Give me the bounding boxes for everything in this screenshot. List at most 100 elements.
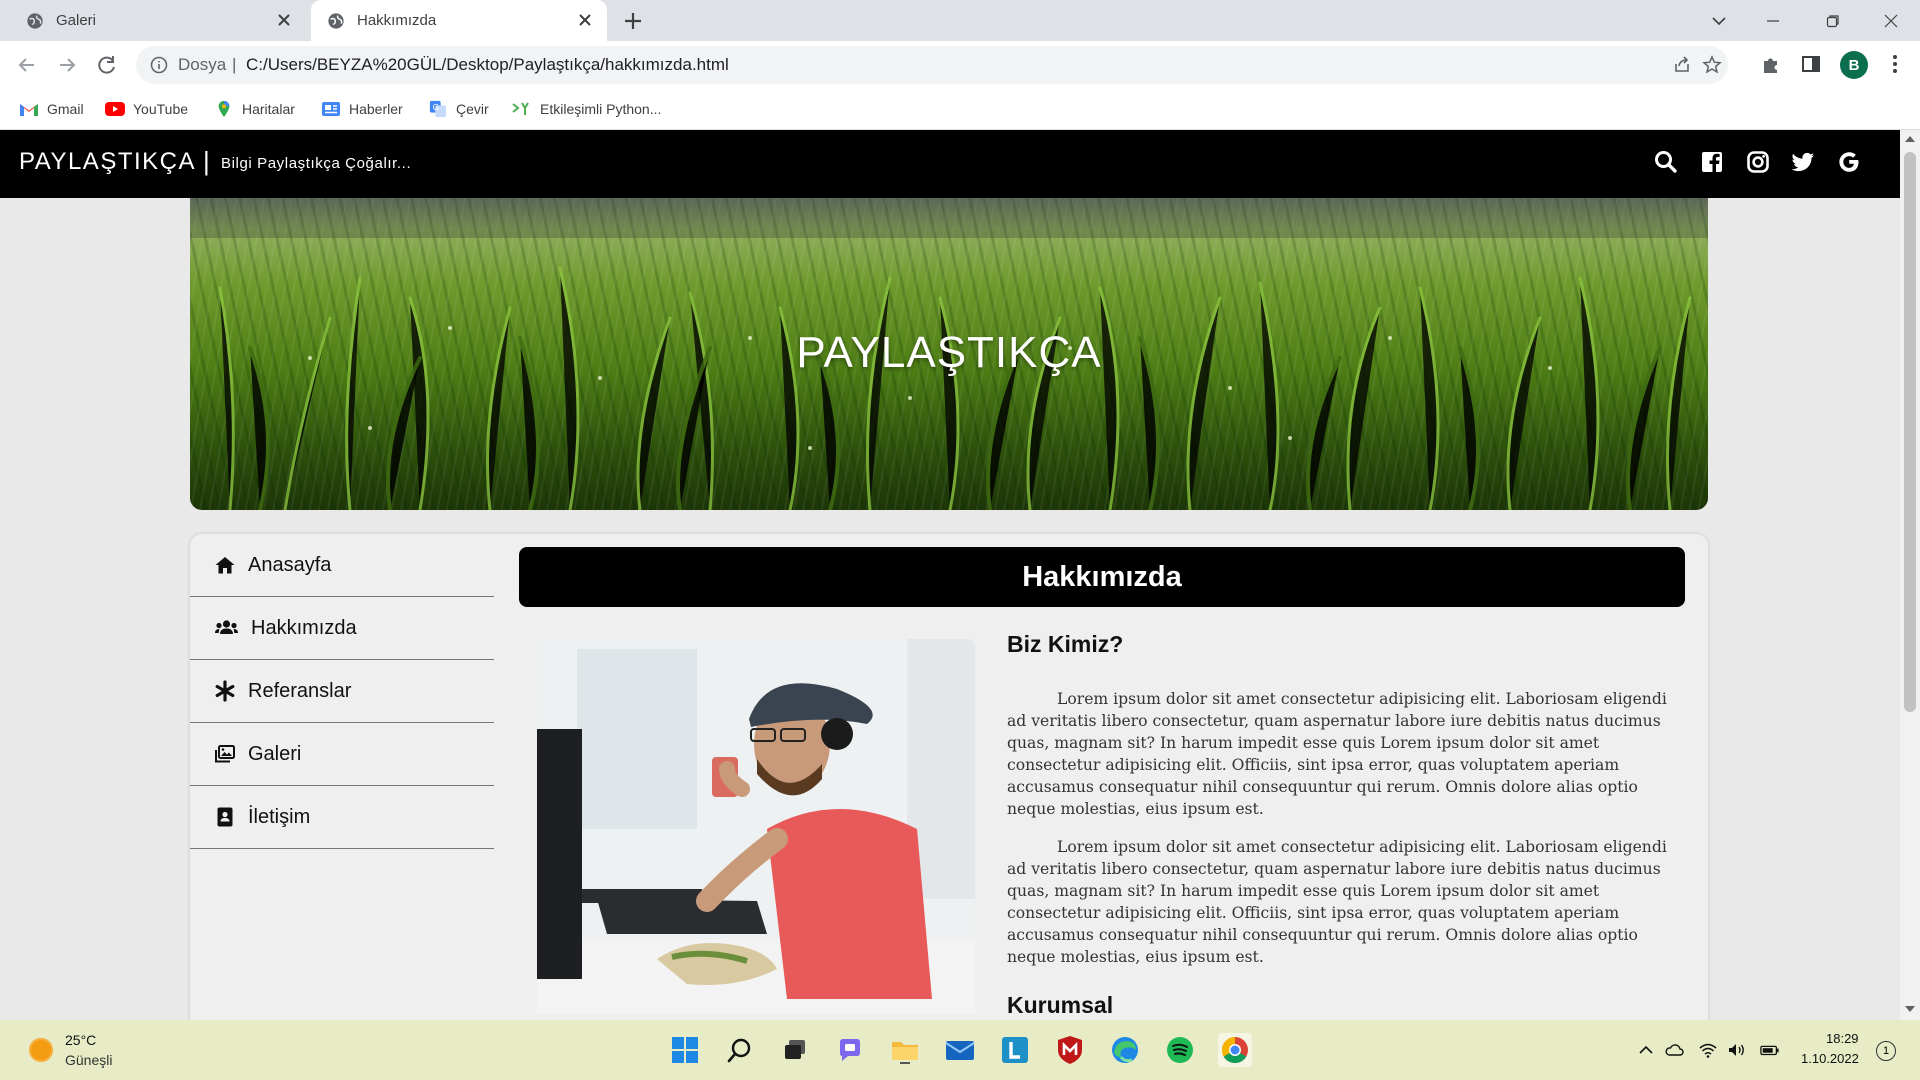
images-icon	[215, 745, 235, 763]
site-brand[interactable]: PAYLAŞTIKÇA	[19, 148, 196, 176]
nav-item-iletisim[interactable]: İletişim	[190, 786, 494, 849]
tab-strip: Galeri Hakkımızda	[0, 0, 1920, 41]
file-explorer-app[interactable]	[888, 1033, 922, 1067]
spotify-app[interactable]	[1163, 1033, 1197, 1067]
profile-avatar[interactable]: B	[1840, 51, 1868, 79]
about-photo	[537, 639, 975, 1014]
reload-icon[interactable]	[94, 52, 120, 78]
extensions-puzzle-icon[interactable]	[1760, 53, 1782, 75]
edge-browser-app[interactable]	[1108, 1033, 1142, 1067]
bookmark-python[interactable]: Etkileşimli Python...	[512, 97, 661, 121]
url-text[interactable]: C:/Users/BEYZA%20GÜL/Desktop/Paylaştıkça…	[246, 55, 729, 75]
bookmark-youtube[interactable]: YouTube	[105, 97, 188, 121]
globe-icon	[328, 12, 344, 29]
twitter-icon[interactable]	[1790, 149, 1816, 175]
mail-app[interactable]	[943, 1033, 977, 1067]
bookmark-cevir[interactable]: G Çevir	[428, 97, 489, 121]
menu-dots-icon[interactable]	[1884, 53, 1906, 75]
nav-label: İletişim	[248, 805, 311, 828]
edge-icon	[1112, 1037, 1138, 1063]
windows-taskbar: 25°C Güneşli 18:29 1.10.2022 1	[0, 1020, 1920, 1080]
start-button[interactable]	[668, 1033, 702, 1067]
close-tab-icon[interactable]	[577, 12, 593, 28]
bookmark-haritalar[interactable]: Haritalar	[214, 97, 295, 121]
volume-icon[interactable]	[1726, 1040, 1746, 1060]
tab-search-button[interactable]	[1696, 0, 1742, 41]
nav-item-galeri[interactable]: Galeri	[190, 723, 494, 786]
chat-icon	[840, 1039, 860, 1061]
bookmark-label: Haritalar	[242, 101, 295, 117]
forward-arrow-icon[interactable]	[54, 52, 80, 78]
bookmark-label: Gmail	[47, 101, 84, 117]
brand-divider: |	[203, 146, 210, 176]
home-icon	[215, 557, 235, 574]
mcafee-app[interactable]	[1053, 1033, 1087, 1067]
bookmark-haberler[interactable]: Haberler	[321, 97, 403, 121]
nav-label: Referanslar	[248, 679, 352, 702]
onedrive-cloud-icon[interactable]	[1664, 1040, 1684, 1060]
gmail-icon	[20, 104, 38, 116]
side-panel-icon[interactable]	[1800, 53, 1822, 75]
chevron-up-icon[interactable]	[1636, 1040, 1656, 1060]
teams-chat-app[interactable]	[833, 1033, 867, 1067]
page-scrollbar[interactable]	[1900, 130, 1920, 1020]
scroll-up-arrow-icon[interactable]	[1905, 136, 1915, 142]
section-title: Hakkımızda	[1022, 560, 1182, 593]
content-card: Anasayfa Hakkımızda Referanslar Galeri İ…	[190, 534, 1708, 1020]
new-tab-icon[interactable]	[620, 8, 646, 34]
bookmark-gmail[interactable]: Gmail	[19, 97, 84, 121]
restore-icon	[1826, 14, 1839, 27]
scheme-separator: |	[232, 55, 237, 74]
clock-date[interactable]: 1.10.2022	[1801, 1051, 1859, 1066]
back-arrow-icon[interactable]	[14, 52, 40, 78]
scheme-label: Dosya	[178, 55, 227, 74]
tab-hakkimizda[interactable]: Hakkımızda	[311, 0, 607, 41]
info-icon[interactable]	[150, 56, 168, 74]
nav-item-referanslar[interactable]: Referanslar	[190, 660, 494, 723]
weather-description[interactable]: Güneşli	[65, 1052, 112, 1068]
address-bar[interactable]: Dosya | C:/Users/BEYZA%20GÜL/Desktop/Pay…	[136, 46, 1728, 84]
about-text-column: Biz Kimiz? Lorem ipsum dolor sit amet co…	[1007, 631, 1669, 1019]
taskbar-search[interactable]	[723, 1033, 757, 1067]
battery-icon[interactable]	[1760, 1040, 1780, 1060]
nav-item-hakkimizda[interactable]: Hakkımızda	[190, 597, 494, 660]
l-app-icon	[1002, 1037, 1028, 1063]
restore-button[interactable]	[1810, 0, 1856, 41]
bookmarks-bar: Gmail YouTube Haritalar Haberler G Çevir…	[0, 89, 1920, 130]
share-icon[interactable]	[1672, 55, 1692, 75]
close-tab-icon[interactable]	[276, 12, 292, 28]
bookmark-label: YouTube	[133, 101, 189, 117]
google-icon[interactable]	[1836, 149, 1862, 175]
asterisk-icon	[215, 680, 235, 702]
tab-galeri[interactable]: Galeri	[10, 0, 306, 41]
chrome-app[interactable]	[1218, 1033, 1252, 1067]
search-icon	[727, 1038, 751, 1063]
browser-toolbar: Dosya | C:/Users/BEYZA%20GÜL/Desktop/Pay…	[0, 41, 1920, 89]
sun-weather-icon[interactable]	[29, 1038, 53, 1062]
search-icon[interactable]	[1653, 149, 1679, 175]
tab-label: Hakkımızda	[357, 12, 437, 29]
l-app[interactable]	[998, 1033, 1032, 1067]
tab-label: Galeri	[56, 12, 97, 29]
python-icon	[512, 102, 529, 115]
nav-item-anasayfa[interactable]: Anasayfa	[190, 534, 494, 597]
weather-temperature[interactable]: 25°C	[65, 1032, 96, 1048]
wifi-icon[interactable]	[1698, 1040, 1718, 1060]
facebook-icon[interactable]	[1699, 149, 1725, 175]
bookmark-label: Çevir	[456, 101, 489, 117]
bookmark-star-icon[interactable]	[1702, 55, 1722, 75]
chrome-icon	[1221, 1036, 1248, 1064]
notification-badge[interactable]: 1	[1876, 1041, 1896, 1061]
scrollbar-thumb[interactable]	[1904, 152, 1916, 712]
task-view-button[interactable]	[778, 1033, 812, 1067]
clock-time[interactable]: 18:29	[1826, 1031, 1859, 1046]
close-window-button[interactable]	[1868, 0, 1914, 41]
nav-label: Galeri	[248, 742, 302, 765]
scroll-down-arrow-icon[interactable]	[1905, 1006, 1915, 1012]
instagram-icon[interactable]	[1745, 149, 1771, 175]
nav-label: Anasayfa	[248, 553, 332, 576]
minimize-button[interactable]	[1750, 0, 1796, 41]
page-viewport: PAYLAŞTIKÇA | Bilgi Paylaştıkça Çoğalır.…	[0, 130, 1900, 1020]
windows-logo-icon	[672, 1037, 698, 1063]
close-icon	[1884, 14, 1898, 27]
